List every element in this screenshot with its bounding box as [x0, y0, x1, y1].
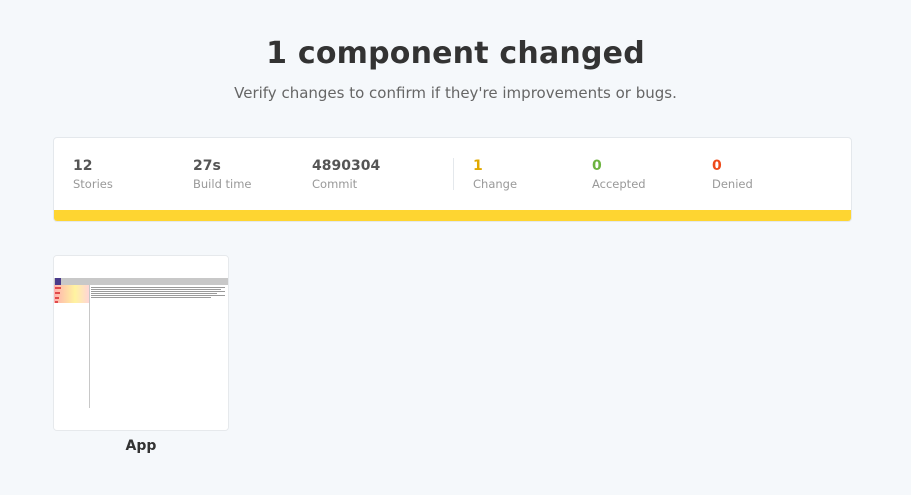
- stats-divider: [453, 158, 454, 190]
- build-page: 1 component changed Verify changes to co…: [0, 0, 911, 495]
- stat-denied-value: 0: [712, 158, 722, 174]
- page-title: 1 component changed: [266, 36, 645, 71]
- stat-build-time-label: Build time: [193, 177, 252, 191]
- stat-build-time: 27s Build time: [193, 157, 252, 192]
- stat-stories-label: Stories: [73, 177, 113, 191]
- stat-accepted-label: Accepted: [592, 177, 646, 191]
- stat-change-label: Change: [473, 177, 518, 191]
- stat-denied: 0 Denied: [712, 157, 753, 192]
- stat-stories-value: 12: [73, 158, 93, 174]
- stat-accepted: 0 Accepted: [592, 157, 646, 192]
- stat-change-value: 1: [473, 158, 483, 174]
- build-status-bar: [54, 210, 851, 221]
- stat-build-time-value: 27s: [193, 158, 221, 174]
- component-name-app[interactable]: App: [53, 438, 229, 454]
- stat-denied-label: Denied: [712, 177, 753, 191]
- component-card-app[interactable]: [53, 255, 229, 431]
- stat-stories: 12 Stories: [73, 157, 113, 192]
- stat-commit-value[interactable]: 4890304: [312, 157, 380, 175]
- component-snapshot-thumbnail: [54, 256, 228, 430]
- stat-commit-label: Commit: [312, 177, 358, 191]
- build-stats-card: 12 Stories 27s Build time 4890304 Commit…: [53, 137, 852, 222]
- stat-commit[interactable]: 4890304 Commit: [312, 157, 380, 192]
- stat-accepted-value: 0: [592, 158, 602, 174]
- stat-change: 1 Change: [473, 157, 517, 192]
- page-subtitle: Verify changes to confirm if they're imp…: [234, 84, 677, 102]
